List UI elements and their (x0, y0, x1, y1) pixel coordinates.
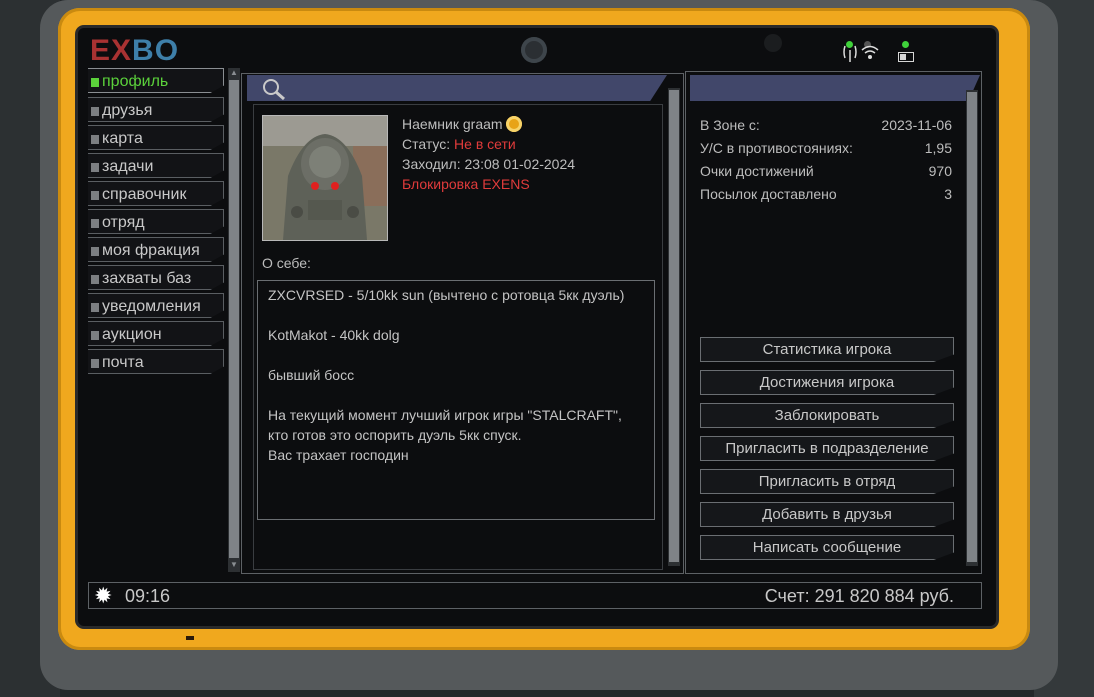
sidebar-item-notifications[interactable]: уведомления (88, 293, 224, 318)
stat-value: 1,95 (924, 140, 952, 156)
about-line: На текущий момент лучший игрок игры "STA… (268, 407, 622, 463)
about-line: бывший босс (268, 367, 355, 383)
square-bullet-icon (91, 163, 99, 172)
sidebar-item-label: моя фракция (102, 242, 200, 259)
square-bullet-icon (91, 78, 99, 87)
scroll-up-icon[interactable]: ▲ (229, 68, 239, 78)
sidebar-item-label: карта (102, 130, 143, 147)
about-text-box: ZXCVRSED - 5/10kk sun (вычтено с ротовца… (257, 280, 655, 520)
about-line: KotMakot - 40kk dolg (268, 327, 400, 343)
about-line: ZXCVRSED - 5/10kk sun (вычтено с ротовца… (268, 287, 625, 303)
stat-label: Очки достижений (700, 163, 814, 179)
sidebar: профиль друзья карта задачи справочник о… (88, 68, 240, 574)
sidebar-item-label: профиль (102, 73, 169, 90)
player-stats-button[interactable]: Статистика игрока (700, 337, 954, 362)
square-bullet-icon (91, 303, 99, 312)
add-friend-button[interactable]: Добавить в друзья (700, 502, 954, 527)
sidebar-item-base-captures[interactable]: захваты баз (88, 265, 224, 290)
profile-info: Наемник graam Статус: Не в сети Заходил:… (402, 114, 575, 194)
square-bullet-icon (91, 275, 99, 284)
invite-to-squad-button[interactable]: Пригласить в отряд (700, 469, 954, 494)
sidebar-item-label: справочник (102, 186, 187, 203)
square-bullet-icon (91, 219, 99, 228)
square-bullet-icon (91, 359, 99, 368)
sidebar-item-squad[interactable]: отряд (88, 209, 224, 234)
logo-part-right: BO (132, 34, 180, 67)
invite-to-division-button[interactable]: Пригласить в подразделение (700, 436, 954, 461)
square-bullet-icon (91, 247, 99, 256)
profile-header-bar (247, 75, 667, 101)
stat-label: У/С в противостояниях: (700, 140, 853, 156)
sidebar-item-faction[interactable]: моя фракция (88, 237, 224, 262)
square-bullet-icon (91, 191, 99, 200)
status-value: Не в сети (454, 136, 516, 152)
status-row: Статус: Не в сети (402, 134, 575, 154)
block-player-button[interactable]: Заблокировать (700, 403, 954, 428)
scroll-down-icon[interactable]: ▼ (229, 560, 239, 570)
sidebar-item-label: почта (102, 354, 144, 371)
sidebar-item-friends[interactable]: друзья (88, 97, 224, 122)
sensor-icon (764, 34, 782, 52)
logo-part-left: EX (90, 34, 133, 67)
stat-row: Посылок доставлено 3 (700, 183, 952, 206)
stats-header-bar (690, 75, 980, 101)
stats-list: В Зоне с: 2023-11-06 У/С в противостояния… (700, 114, 952, 206)
stats-scroll-thumb[interactable] (967, 92, 977, 562)
sidebar-item-mail[interactable]: почта (88, 349, 224, 374)
stat-value: 970 (928, 163, 952, 179)
sidebar-item-handbook[interactable]: справочник (88, 181, 224, 206)
sidebar-item-label: друзья (102, 102, 153, 119)
player-name: Наемник graam (402, 116, 503, 132)
battery-icon (898, 52, 914, 62)
stat-value: 2023-11-06 (881, 117, 952, 133)
sidebar-item-tasks[interactable]: задачи (88, 153, 224, 178)
device-indicator (186, 636, 194, 640)
sidebar-item-label: аукцион (102, 326, 162, 343)
stat-row: В Зоне с: 2023-11-06 (700, 114, 952, 137)
square-bullet-icon (91, 331, 99, 340)
battery-led (902, 41, 909, 48)
rank-badge-icon (506, 116, 523, 132)
square-bullet-icon (91, 107, 99, 116)
sidebar-item-profile[interactable]: профиль (88, 68, 224, 93)
sidebar-scroll-thumb[interactable] (229, 80, 239, 558)
block-note: Блокировка EXENS (402, 176, 530, 192)
sun-icon: ✹ (94, 583, 113, 608)
last-seen: Заходил: 23:08 01-02-2024 (402, 156, 576, 172)
avatar (262, 115, 388, 241)
sidebar-item-label: захваты баз (102, 270, 192, 287)
stat-row: Очки достижений 970 (700, 160, 952, 183)
camera-icon (521, 37, 547, 63)
stat-label: В Зоне с: (700, 117, 760, 133)
signal-icon (842, 40, 882, 66)
magnifier-icon[interactable] (262, 78, 286, 105)
square-bullet-icon (91, 135, 99, 144)
about-label: О себе: (262, 255, 311, 271)
sidebar-item-label: уведомления (102, 298, 201, 315)
stat-label: Посылок доставлено (700, 186, 837, 202)
stat-row: У/С в противостояниях: 1,95 (700, 137, 952, 160)
status-label: Статус: (402, 136, 451, 152)
player-name-row: Наемник graam (402, 114, 575, 134)
sidebar-item-label: задачи (102, 158, 154, 175)
stat-value: 3 (944, 186, 952, 202)
account-balance: Счет: 291 820 884 руб. (764, 586, 954, 606)
send-message-button[interactable]: Написать сообщение (700, 535, 954, 560)
profile-scroll-thumb[interactable] (669, 90, 679, 562)
sidebar-item-label: отряд (102, 214, 145, 231)
player-achievements-button[interactable]: Достижения игрока (700, 370, 954, 395)
clock-time: 09:16 (125, 586, 171, 606)
exbo-logo: EXBO (90, 34, 179, 68)
sidebar-item-map[interactable]: карта (88, 125, 224, 150)
sidebar-item-auction[interactable]: аукцион (88, 321, 224, 346)
